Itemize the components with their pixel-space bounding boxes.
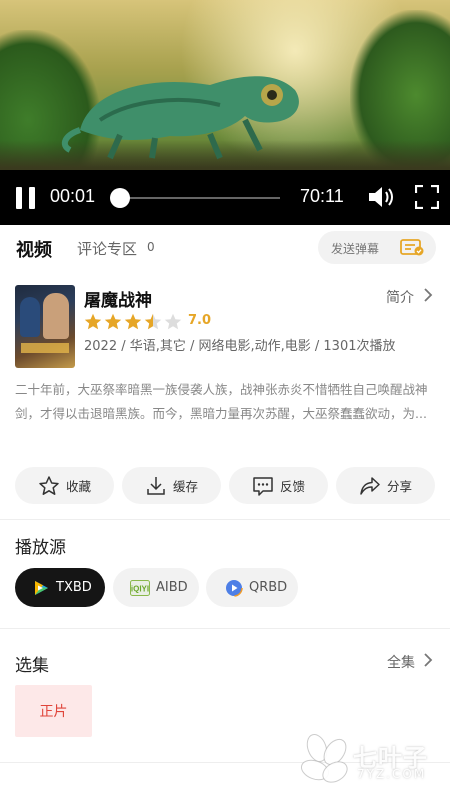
all-episodes-link[interactable]: 全集 — [387, 652, 415, 672]
progress-track[interactable] — [120, 197, 280, 199]
send-danmaku-label: 发送弹幕 — [331, 242, 380, 256]
source-label: QRBD — [249, 580, 288, 595]
movie-description[interactable]: 二十年前，大巫祭率暗黑一族侵袭人族，战神张赤炎不惜牺牲自己唤醒战神剑，才得以击退… — [15, 378, 435, 426]
send-danmaku-button[interactable]: 发送弹幕 — [318, 231, 436, 264]
sources-title: 播放源 — [15, 538, 66, 558]
feedback-label: 反馈 — [279, 479, 305, 494]
share-label: 分享 — [386, 479, 412, 494]
source-label: AIBD — [156, 580, 188, 595]
rating-stars — [84, 313, 182, 330]
download-label: 缓存 — [172, 479, 198, 494]
star-half-icon — [144, 313, 162, 330]
section-divider — [0, 519, 450, 520]
poster-figure — [43, 293, 69, 339]
tab-video[interactable]: 视频 — [16, 236, 52, 262]
movie-title: 屠魔战神 — [84, 291, 152, 311]
section-divider — [0, 628, 450, 629]
player-controls: 00:01 70:11 — [0, 170, 450, 225]
episodes-title: 选集 — [15, 656, 49, 676]
tab-comments[interactable]: 评论专区 — [77, 238, 137, 259]
episode-item[interactable]: 正片 — [15, 685, 92, 737]
favorite-button[interactable]: 收藏 — [15, 467, 114, 504]
intro-link[interactable]: 简介 — [386, 287, 414, 307]
poster-title-art — [21, 343, 69, 353]
watermark-subtext: 7YZ.COM — [357, 767, 427, 781]
danmaku-icon — [400, 239, 424, 256]
video-frame-chameleon — [61, 76, 299, 160]
qq-player-icon — [225, 578, 243, 597]
source-aibd[interactable]: iQIYI AIBD — [113, 568, 199, 607]
comment-count: 0 — [147, 240, 155, 254]
download-button[interactable]: 缓存 — [122, 467, 221, 504]
fullscreen-icon[interactable] — [415, 185, 439, 209]
poster-figure — [20, 297, 40, 337]
download-icon — [147, 476, 165, 495]
star-outline-icon — [39, 475, 59, 495]
source-txbd[interactable]: TXBD — [15, 568, 105, 607]
pause-icon-bar — [29, 187, 35, 209]
progress-thumb[interactable] — [110, 188, 130, 208]
favorite-label: 收藏 — [65, 479, 91, 494]
share-button[interactable]: 分享 — [336, 467, 435, 504]
movie-poster[interactable] — [15, 285, 75, 368]
star-icon — [104, 313, 122, 330]
pause-icon-bar — [16, 187, 22, 209]
source-qrbd[interactable]: QRBD — [206, 568, 298, 607]
feedback-button[interactable]: 反馈 — [229, 467, 328, 504]
chevron-right-icon[interactable] — [422, 287, 434, 303]
svg-text:iQIYI: iQIYI — [131, 584, 149, 593]
volume-icon[interactable] — [367, 185, 395, 209]
video-player[interactable]: 00:01 70:11 — [0, 0, 450, 225]
tencent-video-icon — [35, 580, 48, 595]
source-label: TXBD — [56, 580, 92, 595]
star-icon — [124, 313, 142, 330]
rating-score: 7.0 — [188, 313, 212, 328]
share-icon — [360, 476, 380, 495]
episode-label: 正片 — [39, 704, 68, 720]
chevron-right-icon[interactable] — [422, 652, 434, 668]
duration-time: 70:11 — [300, 186, 344, 206]
pause-button[interactable] — [16, 187, 36, 209]
movie-meta: 2022 / 华语,其它 / 网络电影,动作,电影 / 1301次播放 — [84, 339, 396, 354]
current-time: 00:01 — [50, 186, 96, 206]
iqiyi-icon: iQIYI — [130, 579, 150, 596]
star-empty-icon — [164, 313, 182, 330]
feedback-icon — [253, 476, 273, 496]
star-icon — [84, 313, 102, 330]
